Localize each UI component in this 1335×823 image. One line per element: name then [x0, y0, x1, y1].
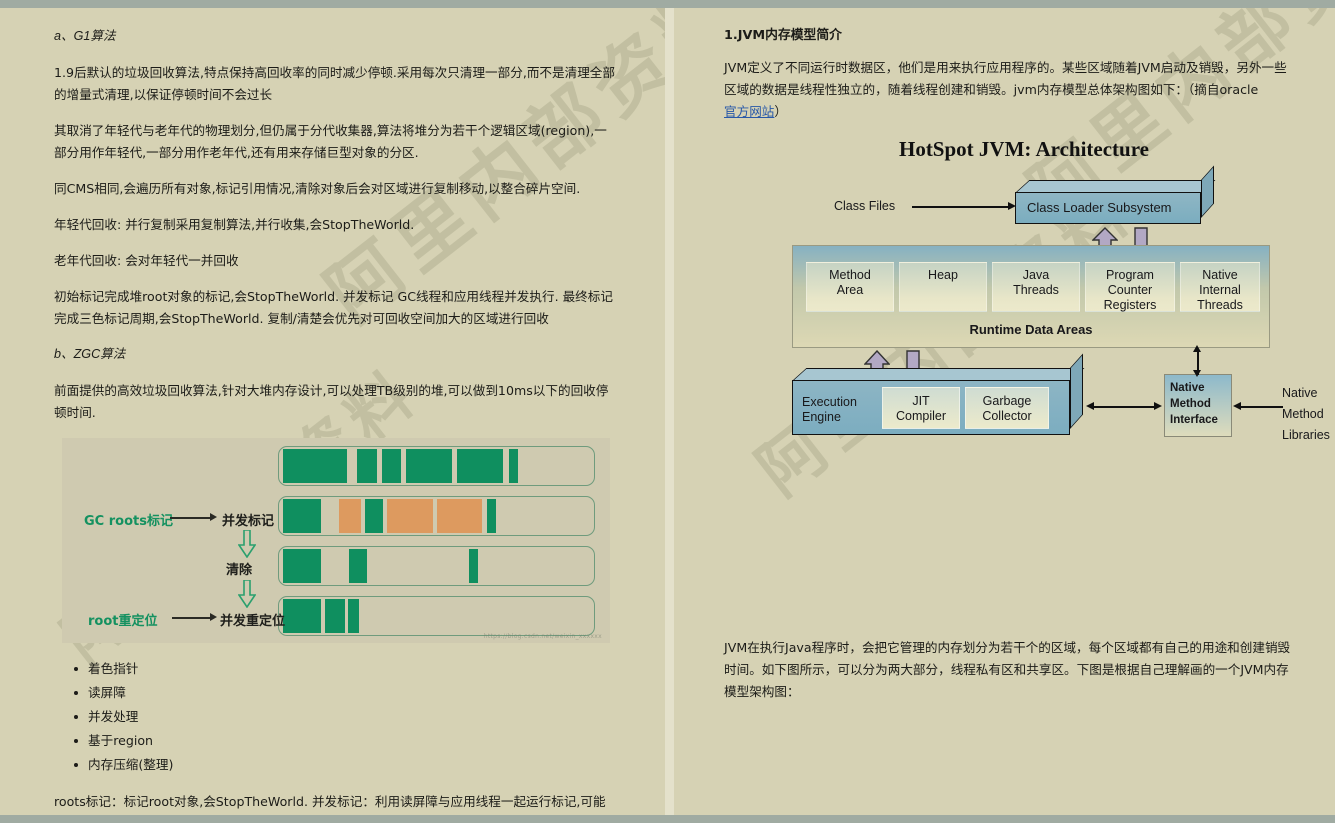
label-line: Heap: [928, 268, 958, 282]
zgc-arrowhead: [210, 513, 217, 521]
label-line: Compiler: [895, 409, 946, 423]
label-method-area: Method Area: [806, 268, 894, 298]
paragraph-g1-5: 老年代回收: 会对年轻代一并回收: [54, 253, 239, 268]
label-java-threads: Java Threads: [992, 268, 1080, 298]
paragraph-g1-3: 同CMS相同,会遍历所有对象,标记引用情况,清除对象后会对区域进行复制移动,以整…: [54, 181, 581, 196]
intro-text-before-link: JVM定义了不同运行时数据区，他们是用来执行应用程序的。某些区域随着JVM启动及…: [724, 60, 1287, 97]
label-line: Engine: [802, 410, 841, 424]
label-line: Native: [1282, 386, 1318, 400]
label-runtime-data-areas: Runtime Data Areas: [969, 322, 1093, 337]
paragraph-g1-1: 1.9后默认的垃圾回收算法,特点保持高回收率的同时减少停顿.采用每次只清理一部分…: [54, 65, 615, 102]
class-loader-box-side: [1201, 165, 1214, 218]
arrowhead-icon: [1193, 345, 1202, 352]
label-line: Registers: [1103, 298, 1157, 312]
oracle-official-site-link[interactable]: 官方网站: [724, 104, 774, 119]
list-item: 读屏障: [74, 681, 617, 705]
arrow-class-files-to-loader: [912, 206, 1010, 208]
label-line: Method: [829, 268, 871, 282]
label-class-files: Class Files: [834, 199, 896, 213]
label-line: Method: [1282, 407, 1324, 421]
label-line: Native: [1170, 382, 1205, 394]
heading-zgc-algorithm: b、ZGC算法: [54, 347, 126, 361]
label-line: Collector: [982, 409, 1032, 423]
label-line: JIT: [912, 394, 930, 408]
zgc-feature-list: 着色指针 读屏障 并发处理 基于region 内存压缩(整理): [54, 657, 617, 777]
label-garbage-collector: Garbage Collector: [965, 394, 1049, 424]
execution-engine-box-side: [1070, 353, 1083, 429]
list-item: 并发处理: [74, 705, 617, 729]
zgc-label-concurrent-mark: 并发标记: [222, 514, 275, 529]
zgc-row: [278, 496, 595, 536]
label-line: Internal: [1199, 283, 1241, 297]
label-jit-compiler: JIT Compiler: [882, 394, 960, 424]
label-native-internal-threads: Native Internal Threads: [1180, 268, 1260, 313]
label-line: Threads: [1013, 283, 1059, 297]
list-item: 基于region: [74, 729, 617, 753]
label-line: Execution: [802, 395, 857, 409]
zgc-label-concurrent-relocate: 并发重定位: [220, 614, 286, 629]
label-line: Area: [836, 283, 864, 297]
label-line: Counter: [1107, 283, 1153, 297]
paragraph-jvm-closing: JVM在执行Java程序时，会把它管理的内存划分为若干个的区域，每个区域都有自己…: [724, 640, 1291, 699]
paragraph-g1-4: 年轻代回收: 并行复制采用复制算法,并行收集,会StopTheWorld.: [54, 217, 415, 232]
page-left[interactable]: 阿里内部资料 阿里内部资料 a、G1算法 1.9后默认的垃圾回收算法,特点保持高…: [0, 8, 665, 815]
zgc-label-sweep: 清除: [226, 563, 253, 578]
figure-credit: https://blog.csdn.net/weixin_xxxxxx: [483, 633, 602, 640]
paragraph-g1-2: 其取消了年轻代与老年代的物理划分,但仍属于分代收集器,算法将堆分为若干个逻辑区域…: [54, 123, 607, 160]
label-execution-engine: Execution Engine: [802, 395, 882, 425]
page-right[interactable]: 阿里内部资料 阿里内部资料 1.JVM内存模型简介 JVM定义了不同运行时数据区…: [674, 8, 1335, 815]
label-native-method-libraries: Native Method Libraries: [1282, 383, 1335, 446]
list-item: 着色指针: [74, 657, 617, 681]
hotspot-jvm-architecture-figure: HotSpot JVM: Architecture Class Files Cl…: [724, 137, 1330, 537]
zgc-connector-line: [170, 517, 212, 519]
label-line: Java: [1022, 268, 1050, 282]
figure-title: HotSpot JVM: Architecture: [898, 137, 1149, 161]
label-heap: Heap: [899, 268, 987, 283]
label-line: Threads: [1197, 298, 1243, 312]
arrowhead-icon: [1233, 401, 1241, 410]
intro-text-after-link: ）: [774, 104, 787, 119]
label-program-counter-registers: Program Counter Registers: [1085, 268, 1175, 313]
label-line: Method: [1170, 398, 1211, 410]
page-gutter: [665, 8, 674, 815]
zgc-down-arrow: [237, 579, 257, 609]
zgc-phases-figure: GC roots标记 并发标记 清除 root重定位 并发重定位 https:/…: [62, 438, 610, 643]
paragraph-g1-6: 初始标记完成堆root对象的标记,会StopTheWorld. 并发标记 GC线…: [54, 289, 613, 326]
label-line: Libraries: [1282, 428, 1330, 442]
zgc-label-root-relocate: root重定位: [88, 614, 158, 629]
paragraph-zgc-1: 前面提供的高效垃圾回收算法,针对大堆内存设计,可以处理TB级别的堆,可以做到10…: [54, 383, 609, 420]
zgc-arrowhead: [210, 613, 217, 621]
heading-g1-algorithm: a、G1算法: [54, 29, 116, 43]
document-viewer[interactable]: 阿里内部资料 阿里内部资料 a、G1算法 1.9后默认的垃圾回收算法,特点保持高…: [0, 0, 1335, 823]
zgc-row: [278, 546, 595, 586]
paragraph-jvm-intro: JVM定义了不同运行时数据区，他们是用来执行应用程序的。某些区域随着JVM启动及…: [724, 57, 1291, 123]
zgc-label-gc-roots: GC roots标记: [84, 514, 173, 529]
list-item: 内存压缩(整理): [74, 753, 617, 777]
arrowhead-icon: [1154, 401, 1162, 410]
arrowhead-icon: [1086, 401, 1094, 410]
paragraph-zgc-detail: roots标记：标记root对象,会StopTheWorld. 并发标记：利用读…: [54, 794, 606, 809]
label-line: Native: [1202, 268, 1238, 282]
zgc-connector-line: [172, 617, 212, 619]
label-line: Interface: [1170, 414, 1218, 426]
label-class-loader-subsystem: Class Loader Subsystem: [1027, 200, 1172, 215]
zgc-row: [278, 596, 595, 636]
label-line: Program: [1106, 268, 1154, 282]
arrowhead-icon: [1193, 370, 1202, 377]
label-native-method-interface: Native Method Interface: [1170, 380, 1232, 428]
zgc-row: [278, 446, 595, 486]
arrow-engine-to-nmi: [1090, 406, 1158, 408]
label-line: Garbage: [982, 394, 1032, 408]
arrow-libraries-to-nmi: [1239, 406, 1283, 408]
zgc-down-arrow: [237, 529, 257, 559]
subsection-heading-jvm-intro: 1.JVM内存模型简介: [724, 28, 842, 43]
